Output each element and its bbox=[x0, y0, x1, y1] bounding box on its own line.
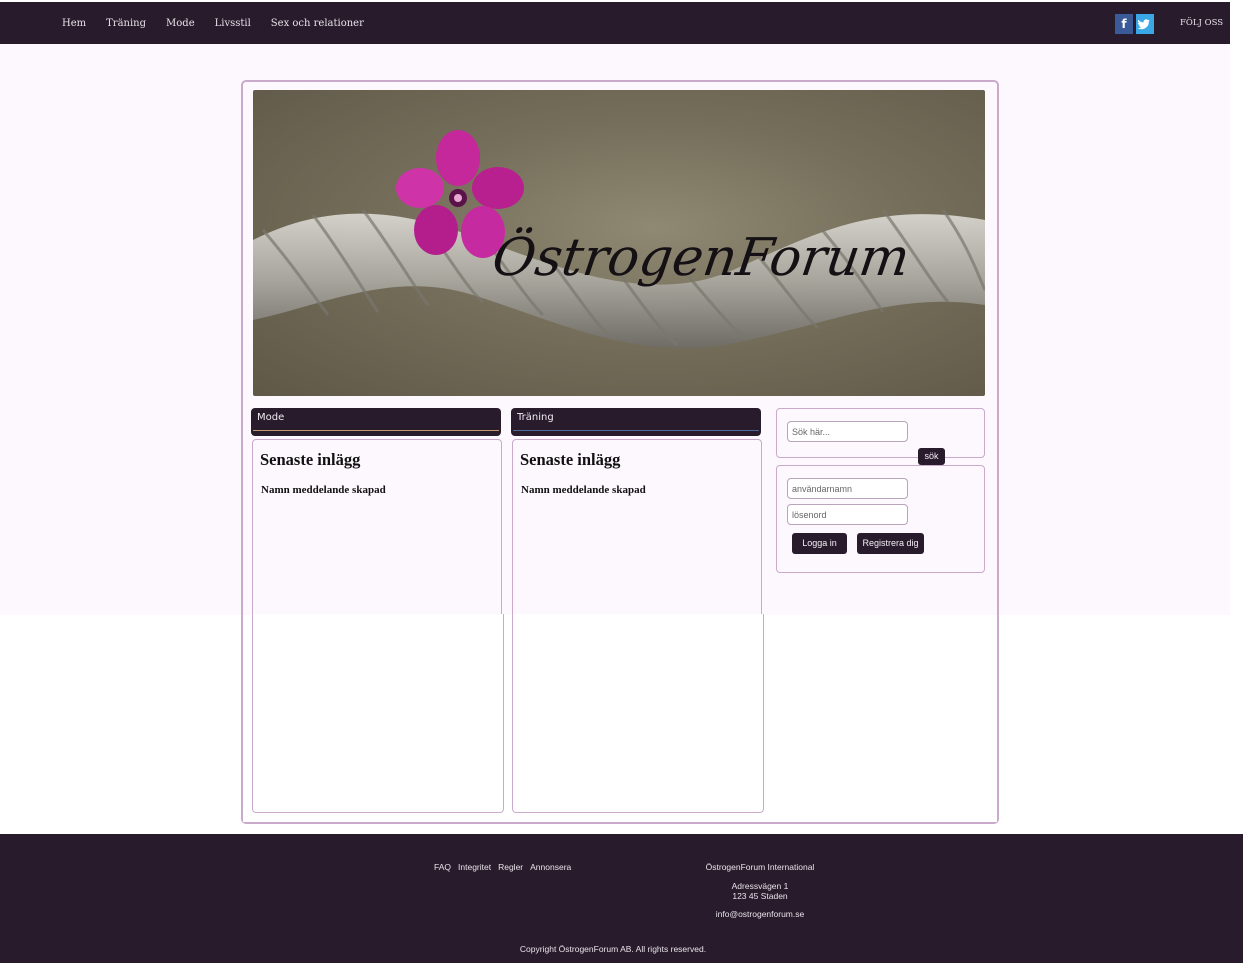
footer-company-name: ÖstrogenForum International bbox=[705, 862, 815, 872]
mode-posts-columns-label: Namn meddelande skapad bbox=[261, 484, 386, 496]
footer-link-regler[interactable]: Regler bbox=[498, 862, 523, 872]
training-posts-columns-label: Namn meddelande skapad bbox=[521, 484, 646, 496]
mode-latest-posts-title: Senaste inlägg bbox=[260, 450, 361, 469]
facebook-icon[interactable]: f bbox=[1115, 14, 1133, 34]
nav-item-sex-och-relationer[interactable]: Sex och relationer bbox=[271, 18, 364, 29]
training-column-header[interactable]: Träning bbox=[511, 408, 761, 436]
register-button[interactable]: Registrera dig bbox=[857, 533, 924, 554]
top-navbar: Hem Träning Mode Livsstil Sex och relati… bbox=[0, 2, 1230, 44]
username-field[interactable] bbox=[787, 478, 908, 499]
training-column-lower bbox=[512, 614, 764, 813]
training-latest-posts-title: Senaste inlägg bbox=[520, 450, 621, 469]
social-links: f bbox=[1115, 14, 1154, 34]
nav-item-hem[interactable]: Hem bbox=[62, 18, 86, 29]
training-header-label: Träning bbox=[517, 412, 554, 423]
footer-link-integritet[interactable]: Integritet bbox=[458, 862, 491, 872]
follow-us-label: FÖLJ OSS bbox=[1180, 18, 1224, 28]
nav-item-traning[interactable]: Träning bbox=[106, 18, 146, 29]
footer-address-line1: Adressvägen 1 bbox=[731, 881, 789, 891]
banner-image: ÖstrogenForum bbox=[253, 90, 985, 396]
footer: FAQ Integritet Regler Annonsera Östrogen… bbox=[0, 834, 1243, 963]
nav-item-mode[interactable]: Mode bbox=[166, 18, 195, 29]
mode-header-label: Mode bbox=[257, 412, 285, 423]
footer-link-annonsera[interactable]: Annonsera bbox=[530, 862, 571, 872]
mode-header-underline bbox=[253, 430, 499, 431]
twitter-icon[interactable] bbox=[1136, 14, 1154, 34]
login-button[interactable]: Logga in bbox=[792, 533, 847, 554]
main-nav: Hem Träning Mode Livsstil Sex och relati… bbox=[62, 18, 384, 29]
mode-column-header[interactable]: Mode bbox=[251, 408, 501, 436]
search-button[interactable]: sök bbox=[918, 448, 945, 465]
footer-company-info: ÖstrogenForum International Adressvägen … bbox=[660, 862, 860, 919]
search-input[interactable] bbox=[787, 421, 908, 442]
footer-copyright: Copyright ÖstrogenForum AB. All rights r… bbox=[519, 944, 707, 954]
banner-title: ÖstrogenForum bbox=[488, 228, 914, 288]
footer-link-faq[interactable]: FAQ bbox=[434, 862, 451, 872]
footer-address-line2: 123 45 Staden bbox=[732, 891, 788, 901]
mode-column-lower bbox=[252, 614, 504, 813]
password-field[interactable] bbox=[787, 504, 908, 525]
nav-item-livsstil[interactable]: Livsstil bbox=[215, 18, 251, 29]
footer-email-link[interactable]: info@ostrogenforum.se bbox=[660, 909, 860, 919]
footer-links: FAQ Integritet Regler Annonsera bbox=[434, 862, 578, 872]
training-header-underline bbox=[513, 430, 759, 431]
